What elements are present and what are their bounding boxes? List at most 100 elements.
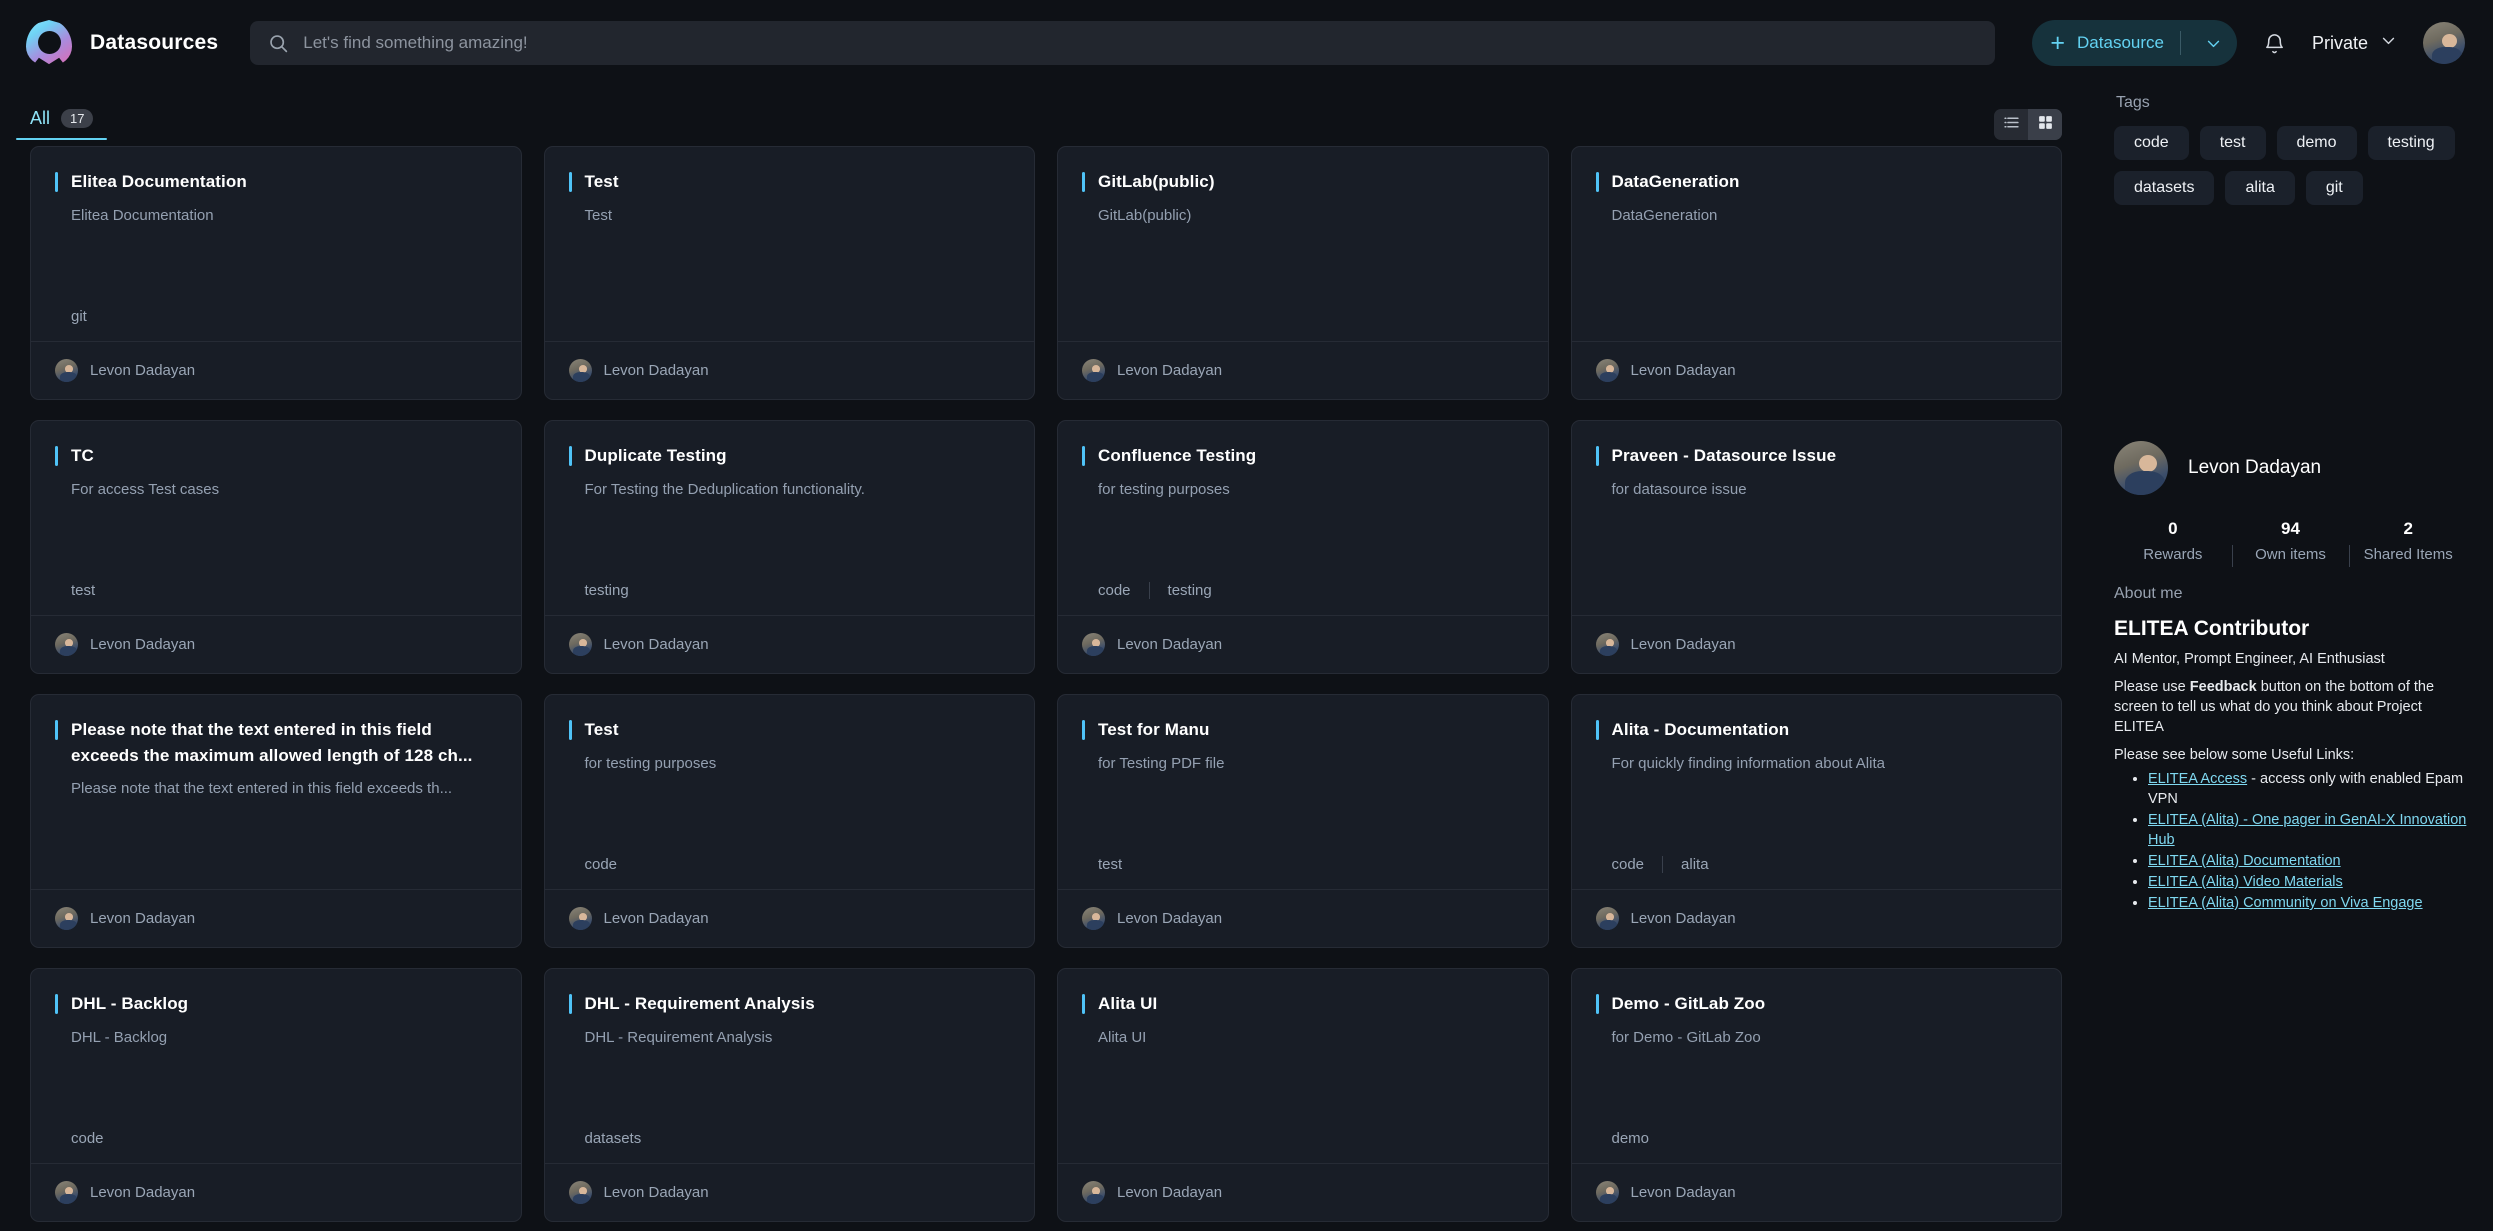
card-body: TCFor access Test casestest: [31, 421, 521, 615]
card-tag[interactable]: test: [1098, 856, 1140, 873]
card-tag[interactable]: datasets: [585, 1130, 660, 1147]
card-title: Praveen - Datasource Issue: [1612, 443, 1837, 469]
datasource-card[interactable]: Testfor testing purposescodeLevon Dadaya…: [544, 694, 1036, 948]
card-accent-bar: [1082, 720, 1085, 740]
profile-stat-label: Own items: [2232, 546, 2350, 563]
card-body: DHL - Requirement AnalysisDHL - Requirem…: [545, 969, 1035, 1163]
card-description: for Demo - GitLab Zoo: [1612, 1028, 2038, 1048]
avatar[interactable]: [2423, 22, 2465, 64]
search-input[interactable]: [303, 33, 1977, 53]
tag-filter-list: code test demo testing datasets alita git: [2114, 126, 2467, 205]
useful-link[interactable]: ELITEA (Alita) - One pager in GenAI-X In…: [2148, 812, 2466, 848]
card-tag[interactable]: demo: [1612, 1130, 1668, 1147]
chevron-down-icon[interactable]: [2197, 35, 2231, 52]
datasource-card[interactable]: TestTestLevon Dadayan: [544, 146, 1036, 400]
tag-chip[interactable]: alita: [2225, 171, 2294, 205]
card-description: Alita UI: [1098, 1028, 1524, 1048]
list-view-button[interactable]: [1994, 109, 2028, 140]
datasource-card[interactable]: Alita UIAlita UILevon Dadayan: [1057, 968, 1549, 1222]
useful-link[interactable]: ELITEA (Alita) Documentation: [2148, 853, 2341, 869]
card-tag[interactable]: test: [71, 582, 113, 599]
plus-icon: +: [2050, 31, 2065, 56]
tab-all-count: 17: [61, 109, 93, 128]
card-author: Levon Dadayan: [1631, 636, 1736, 653]
card-title-row: Alita - Documentation: [1596, 717, 2038, 743]
card-tag[interactable]: code: [585, 856, 636, 873]
list-item: ELITEA Access - access only with enabled…: [2148, 769, 2467, 809]
tag-chip[interactable]: datasets: [2114, 171, 2214, 205]
avatar: [1596, 359, 1619, 382]
tab-all[interactable]: All 17: [30, 108, 93, 140]
about-me-line-1: AI Mentor, Prompt Engineer, AI Enthusias…: [2114, 649, 2467, 669]
avatar[interactable]: [2114, 441, 2168, 495]
card-title-row: Test: [569, 717, 1011, 743]
search-icon: [268, 33, 289, 54]
datasource-card[interactable]: Confluence Testingfor testing purposesco…: [1057, 420, 1549, 674]
datasource-card[interactable]: Please note that the text entered in thi…: [30, 694, 522, 948]
privacy-selector[interactable]: Private: [2312, 32, 2397, 54]
card-author: Levon Dadayan: [90, 362, 195, 379]
useful-link[interactable]: ELITEA (Alita) Community on Viva Engage: [2148, 895, 2423, 911]
card-accent-bar: [1082, 994, 1085, 1014]
card-tag-list: [1612, 581, 2038, 599]
tag-chip[interactable]: code: [2114, 126, 2189, 160]
datasource-card[interactable]: TCFor access Test casestest Levon Dadayan: [30, 420, 522, 674]
datasource-card[interactable]: DataGenerationDataGenerationLevon Dadaya…: [1571, 146, 2063, 400]
card-title: Alita - Documentation: [1612, 717, 1790, 743]
card-tag[interactable]: git: [71, 308, 105, 325]
card-tag[interactable]: code: [1612, 856, 1663, 873]
datasource-card[interactable]: DHL - BacklogDHL - BacklogcodeLevon Dada…: [30, 968, 522, 1222]
alita-logo-icon: [26, 20, 72, 66]
card-tag-list: datasets: [585, 1129, 1011, 1147]
card-author: Levon Dadayan: [90, 636, 195, 653]
card-tag[interactable]: code: [71, 1130, 122, 1147]
grid-view-button[interactable]: [2028, 109, 2062, 140]
card-title-row: Alita UI: [1082, 991, 1524, 1017]
search-bar[interactable]: [250, 21, 1995, 65]
card-tag-list: test: [71, 581, 497, 599]
divider: [2180, 31, 2181, 55]
card-title-row: Duplicate Testing: [569, 443, 1011, 469]
tag-chip[interactable]: demo: [2277, 126, 2357, 160]
datasource-card[interactable]: DHL - Requirement AnalysisDHL - Requirem…: [544, 968, 1036, 1222]
useful-link[interactable]: ELITEA (Alita) Video Materials: [2148, 874, 2343, 890]
card-accent-bar: [55, 172, 58, 192]
avatar: [1596, 1181, 1619, 1204]
notifications-button[interactable]: [2263, 32, 2286, 55]
card-accent-bar: [1596, 720, 1599, 740]
card-description: for testing purposes: [1098, 480, 1524, 500]
card-footer: Levon Dadayan: [31, 341, 521, 399]
card-tag[interactable]: code: [1098, 582, 1149, 599]
card-tag-list: [585, 307, 1011, 325]
datasource-grid: Elitea DocumentationElitea Documentation…: [0, 140, 2088, 1222]
card-tag-list: [71, 855, 497, 873]
datasource-card[interactable]: Duplicate TestingFor Testing the Dedupli…: [544, 420, 1036, 674]
about-me-label: About me: [2114, 585, 2467, 603]
card-tag[interactable]: testing: [1149, 582, 1230, 599]
tag-chip[interactable]: test: [2200, 126, 2266, 160]
datasource-card[interactable]: Demo - GitLab Zoofor Demo - GitLab Zoode…: [1571, 968, 2063, 1222]
useful-link[interactable]: ELITEA Access: [2148, 771, 2247, 787]
card-tag[interactable]: alita: [1662, 856, 1727, 873]
card-title: Test: [585, 169, 619, 195]
add-datasource-button[interactable]: + Datasource: [2032, 20, 2237, 66]
right-sidebar: Tags codetestdemotestingdatasetsalitagit…: [2088, 86, 2493, 1231]
card-author: Levon Dadayan: [90, 1184, 195, 1201]
card-title-row: Elitea Documentation: [55, 169, 497, 195]
tag-chip[interactable]: testing: [2368, 126, 2455, 160]
datasource-card[interactable]: Elitea DocumentationElitea Documentation…: [30, 146, 522, 400]
profile-stat: 2Shared Items: [2349, 519, 2467, 563]
datasource-card[interactable]: Test for Manufor Testing PDF filetestLev…: [1057, 694, 1549, 948]
datasource-card[interactable]: Praveen - Datasource Issuefor datasource…: [1571, 420, 2063, 674]
brand[interactable]: Datasources: [26, 20, 218, 66]
card-title: DHL - Backlog: [71, 991, 188, 1017]
card-tag[interactable]: testing: [585, 582, 647, 599]
card-title: GitLab(public): [1098, 169, 1215, 195]
datasource-card[interactable]: Alita - DocumentationFor quickly finding…: [1571, 694, 2063, 948]
tag-chip[interactable]: git: [2306, 171, 2363, 205]
card-tag-list: [1098, 1129, 1524, 1147]
card-title-row: Please note that the text entered in thi…: [55, 717, 497, 768]
card-footer: Levon Dadayan: [1572, 615, 2062, 673]
useful-links-list: ELITEA Access - access only with enabled…: [2114, 769, 2467, 913]
datasource-card[interactable]: GitLab(public)GitLab(public)Levon Dadaya…: [1057, 146, 1549, 400]
